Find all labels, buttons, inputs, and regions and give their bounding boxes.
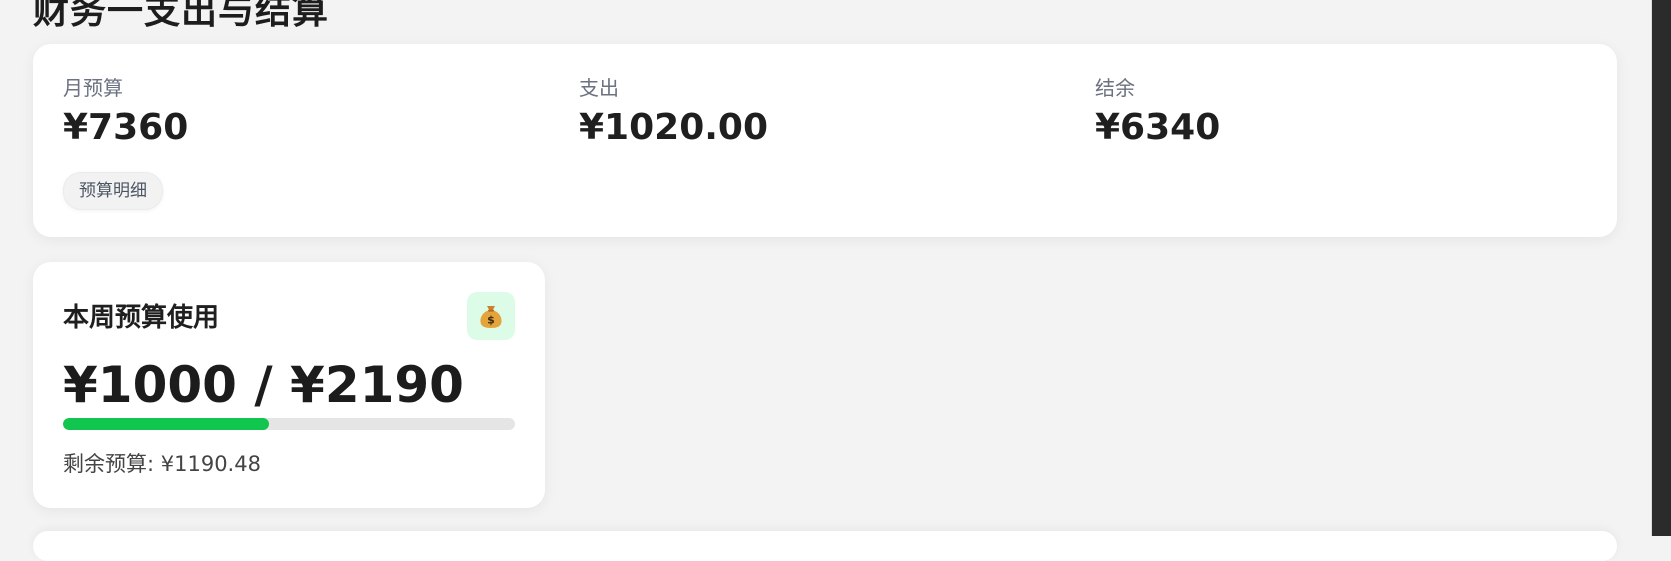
vertical-scrollbar-thumb[interactable] [1652,0,1671,536]
weekly-budget-card: 本周预算使用 $ ¥1000 / ¥2190 剩余预算: ¥1190.48 [33,262,545,508]
money-bag-icon-graphic: $ [480,306,502,328]
expense-label: 支出 [579,76,619,100]
page-root: 财务一支出与结算 月预算 ¥7360 支出 ¥1020.00 结余 ¥6340 … [0,0,1652,561]
monthly-budget-value: ¥7360 [63,107,189,148]
balance-label: 结余 [1095,76,1135,100]
weekly-budget-remaining: 剩余预算: ¥1190.48 [63,452,261,476]
budget-summary-card: 月预算 ¥7360 支出 ¥1020.00 结余 ¥6340 预算明细 [33,44,1617,237]
page-title: 财务一支出与结算 [33,0,330,32]
weekly-budget-title: 本周预算使用 [63,303,220,333]
monthly-budget-label: 月预算 [63,76,123,100]
weekly-budget-progress [63,418,515,430]
money-bag-icon: $ [467,292,515,340]
monthly-budget-column: 月预算 ¥7360 [63,76,543,150]
budget-detail-button[interactable]: 预算明细 [63,172,163,210]
svg-text:$: $ [487,314,495,327]
weekly-budget-used-value: ¥1000 / ¥2190 [63,356,464,414]
weekly-budget-progress-fill [63,418,270,430]
expense-column: 支出 ¥1020.00 [579,76,1059,150]
balance-column: 结余 ¥6340 [1095,76,1575,150]
balance-value: ¥6340 [1095,107,1221,148]
expense-value: ¥1020.00 [579,107,769,148]
vertical-scrollbar[interactable] [1651,0,1671,536]
